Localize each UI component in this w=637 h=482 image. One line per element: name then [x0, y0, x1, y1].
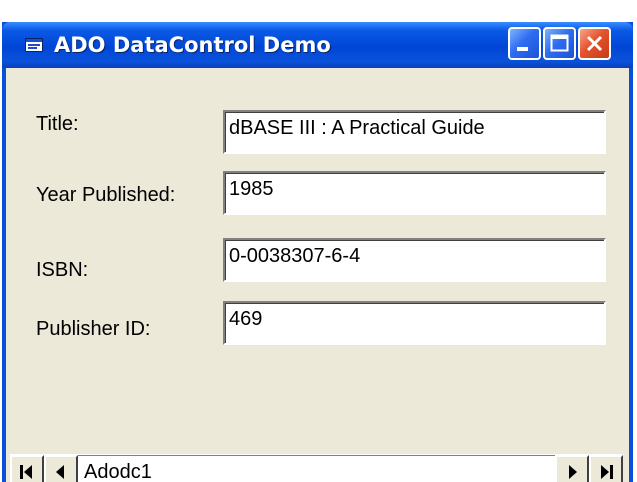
move-first-icon: [20, 465, 32, 479]
move-last-button[interactable]: [589, 455, 623, 482]
move-previous-button[interactable]: [44, 455, 78, 482]
isbn-label: ISBN:: [36, 259, 89, 281]
year-published-field[interactable]: 1985: [223, 171, 606, 215]
maximize-button[interactable]: [543, 27, 576, 60]
move-previous-icon: [56, 465, 64, 479]
app-window: ADO DataControl Demo Title: dBASE III: …: [2, 22, 633, 482]
close-button[interactable]: [578, 27, 611, 60]
title-label: Title:: [36, 113, 79, 135]
title-field[interactable]: dBASE III : A Practical Guide: [223, 110, 606, 154]
close-icon: [586, 35, 603, 52]
publisher-id-label: Publisher ID:: [36, 318, 151, 340]
move-next-icon: [569, 465, 577, 479]
year-published-label: Year Published:: [36, 184, 176, 206]
publisher-id-field[interactable]: 469: [223, 301, 606, 345]
data-control-caption: Adodc1: [78, 455, 555, 482]
minimize-icon: [517, 47, 528, 51]
window-title: ADO DataControl Demo: [54, 33, 331, 57]
move-next-button[interactable]: [555, 455, 589, 482]
form-client-area: Title: dBASE III : A Practical Guide Yea…: [6, 68, 629, 482]
move-first-button[interactable]: [10, 455, 44, 482]
title-bar[interactable]: ADO DataControl Demo: [2, 22, 633, 68]
ado-data-control: Adodc1: [10, 454, 623, 482]
screen: ADO DataControl Demo Title: dBASE III: …: [0, 0, 637, 482]
minimize-button[interactable]: [508, 27, 541, 60]
app-window-icon: [25, 38, 43, 52]
isbn-field[interactable]: 0-0038307-6-4: [223, 238, 606, 282]
maximize-icon: [550, 34, 569, 52]
move-last-icon: [601, 465, 613, 479]
